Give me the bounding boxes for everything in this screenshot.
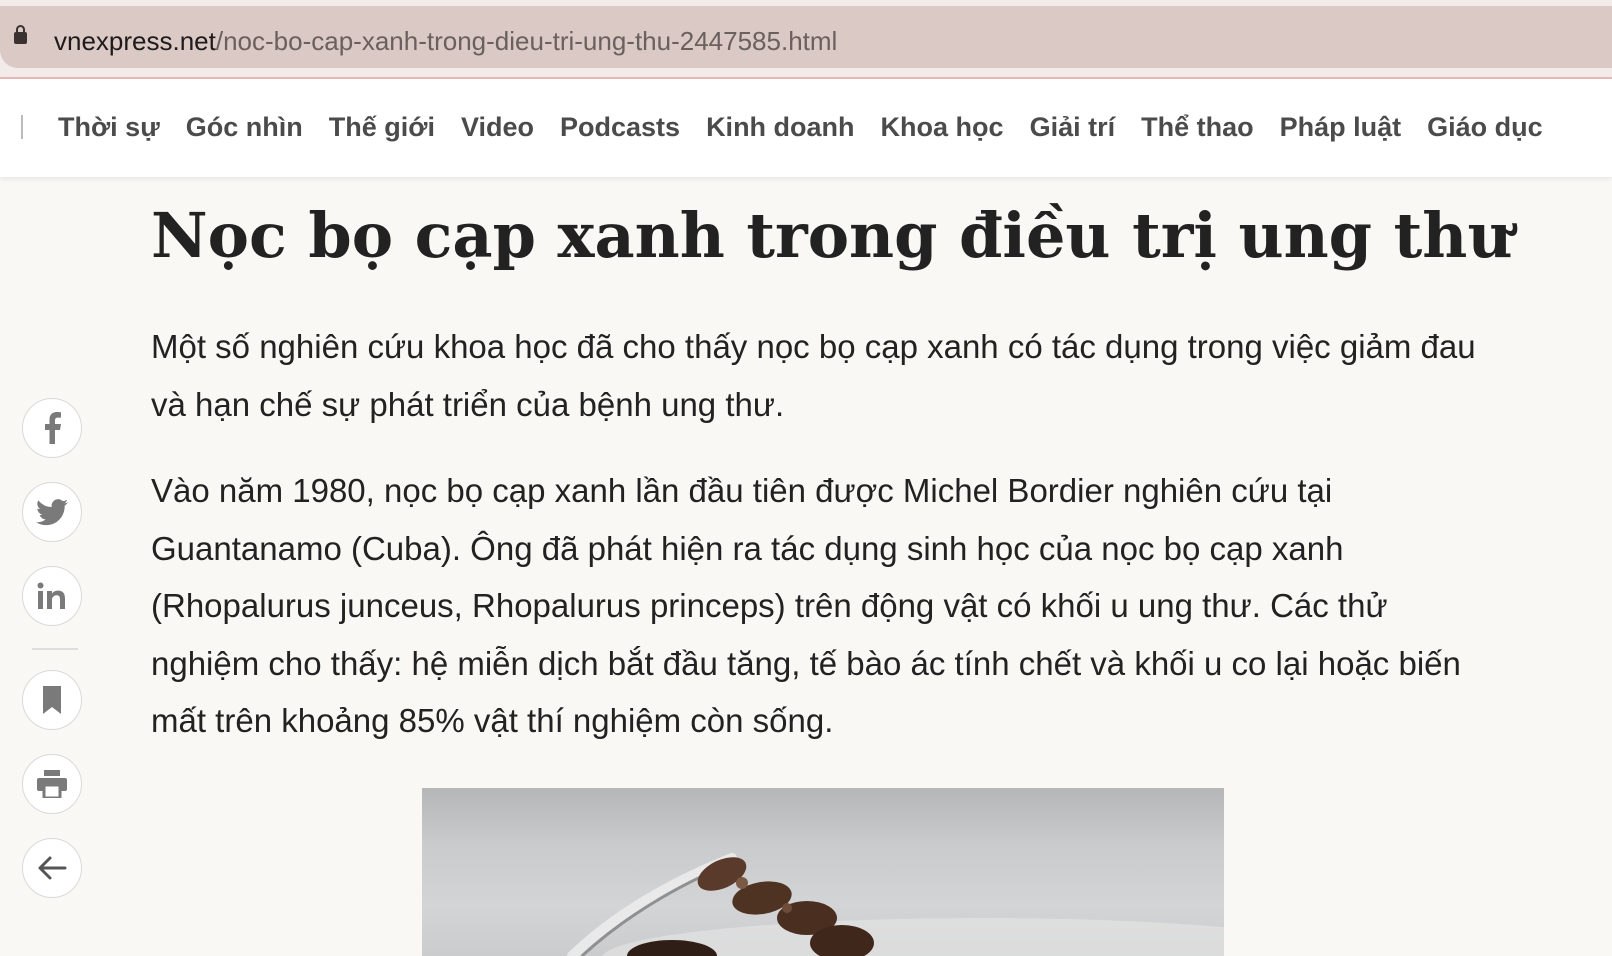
article-description: Một số nghiên cứu khoa học đã cho thấy n… bbox=[151, 328, 1476, 423]
address-bar[interactable]: vnexpress.net/noc-bo-cap-xanh-trong-dieu… bbox=[0, 6, 1612, 68]
scorpion-photo-graphic bbox=[567, 853, 1224, 956]
url-text[interactable]: vnexpress.net/noc-bo-cap-xanh-trong-dieu… bbox=[54, 26, 837, 56]
url-host: vnexpress.net bbox=[54, 26, 216, 56]
lock-icon[interactable] bbox=[14, 25, 27, 44]
nav-item-the-gioi[interactable]: Thế giới bbox=[329, 109, 435, 145]
twitter-share-button[interactable] bbox=[22, 482, 82, 542]
back-button[interactable] bbox=[22, 838, 82, 898]
nav-item-goc-nhin[interactable]: Góc nhìn bbox=[186, 109, 303, 145]
twitter-icon bbox=[36, 498, 68, 525]
print-icon bbox=[37, 770, 67, 798]
linkedin-icon bbox=[37, 582, 65, 609]
article-paragraph: Vào năm 1980, nọc bọ cạp xanh lần đầu ti… bbox=[151, 472, 1461, 739]
category-nav: Thời sự Góc nhìn Thế giới Video Podcasts… bbox=[0, 79, 1612, 177]
nav-list: Thời sự Góc nhìn Thế giới Video Podcasts… bbox=[58, 109, 1569, 145]
browser-toolbar: vnexpress.net/noc-bo-cap-xanh-trong-dieu… bbox=[0, 0, 1612, 79]
facebook-share-button[interactable] bbox=[22, 398, 82, 458]
nav-item-giao-duc[interactable]: Giáo dục bbox=[1427, 109, 1543, 145]
nav-item-kinh-doanh[interactable]: Kinh doanh bbox=[706, 109, 854, 145]
nav-item-podcasts[interactable]: Podcasts bbox=[560, 109, 680, 145]
linkedin-share-button[interactable] bbox=[22, 566, 82, 626]
article-image[interactable] bbox=[422, 788, 1224, 956]
rail-divider bbox=[32, 648, 78, 650]
nav-item-giai-tri[interactable]: Giải trí bbox=[1030, 109, 1116, 145]
print-button[interactable] bbox=[22, 754, 82, 814]
facebook-icon bbox=[45, 412, 61, 444]
bookmark-icon bbox=[43, 686, 61, 714]
nav-divider bbox=[21, 115, 23, 139]
nav-item-khoa-hoc[interactable]: Khoa học bbox=[881, 109, 1004, 145]
bookmark-button[interactable] bbox=[22, 670, 82, 730]
article-title: Nọc bọ cạp xanh trong điều trị ung thư bbox=[151, 199, 1513, 272]
back-arrow-icon bbox=[38, 856, 67, 880]
nav-item-video[interactable]: Video bbox=[461, 109, 534, 145]
url-path: /noc-bo-cap-xanh-trong-dieu-tri-ung-thu-… bbox=[215, 26, 838, 56]
nav-item-the-thao[interactable]: Thể thao bbox=[1141, 109, 1254, 145]
nav-item-phap-luat[interactable]: Pháp luật bbox=[1280, 109, 1402, 145]
nav-item-thoi-su[interactable]: Thời sự bbox=[58, 109, 160, 145]
